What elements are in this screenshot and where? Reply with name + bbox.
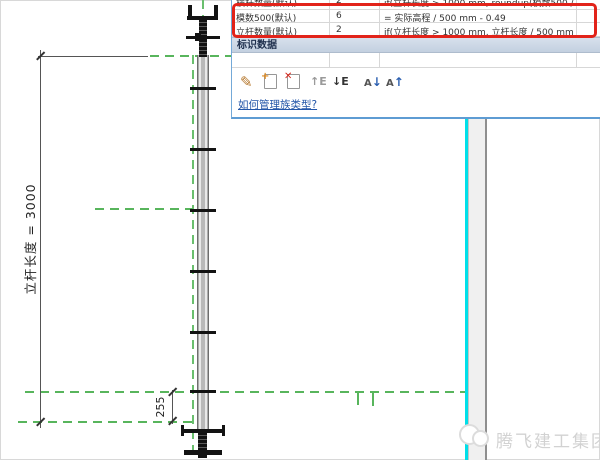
sort-ascending-icon[interactable]: A↓ bbox=[364, 74, 382, 90]
move-parameter-up-icon[interactable]: ↑E bbox=[310, 74, 327, 90]
new-parameter-icon[interactable]: + bbox=[264, 74, 277, 90]
edit-parameter-icon[interactable]: ✎ bbox=[240, 74, 253, 90]
wing-nut-handle-left bbox=[181, 425, 184, 436]
wing-nut-handle-right bbox=[222, 425, 225, 436]
reference-plane-lower[interactable] bbox=[25, 391, 465, 393]
row-gridline bbox=[232, 67, 600, 68]
section-header-identity-data[interactable]: 标识数据 bbox=[232, 37, 600, 53]
highlight-red-box bbox=[232, 3, 597, 38]
connection-disk bbox=[190, 209, 216, 212]
dimension-label-pole-length[interactable]: 立杆长度 = 3000 bbox=[20, 153, 34, 325]
top-adjusting-nut bbox=[195, 33, 201, 41]
reference-plane-top[interactable] bbox=[150, 55, 231, 57]
down-arrow-icon: ↓ bbox=[372, 75, 382, 89]
sort-letter: A bbox=[386, 78, 394, 89]
move-parameter-down-icon[interactable]: ↓E bbox=[332, 74, 349, 90]
x-badge: ✕ bbox=[284, 69, 292, 85]
page-glyph: + bbox=[264, 74, 277, 89]
level-tick-right bbox=[372, 392, 374, 406]
dimension-extension-line bbox=[38, 56, 148, 57]
connection-disk bbox=[190, 148, 216, 151]
standpipe-tube[interactable] bbox=[197, 55, 209, 432]
dimension-line-main[interactable] bbox=[40, 50, 41, 428]
base-wing-nut bbox=[181, 429, 225, 433]
sort-letter: A bbox=[364, 78, 372, 89]
manage-family-types-link[interactable]: 如何管理族类型? bbox=[238, 97, 317, 112]
watermark-text: 腾飞建工集团 bbox=[496, 427, 600, 452]
sort-descending-icon[interactable]: A↑ bbox=[386, 74, 404, 90]
level-tick-left bbox=[357, 392, 359, 405]
wall-column[interactable] bbox=[468, 119, 487, 460]
reference-plane-middle[interactable] bbox=[95, 208, 193, 210]
delete-parameter-icon[interactable]: ✕ bbox=[287, 74, 300, 90]
connection-disk bbox=[190, 270, 216, 273]
connection-disk bbox=[190, 390, 216, 393]
dimension-label-offset[interactable]: 255 bbox=[154, 391, 166, 423]
connection-disk bbox=[190, 87, 216, 90]
plus-badge: + bbox=[261, 69, 269, 85]
connection-disk bbox=[190, 331, 216, 334]
top-adjusting-nut-handle bbox=[186, 36, 220, 39]
vertical-reference-plane[interactable] bbox=[192, 55, 194, 458]
base-plate-stub bbox=[198, 454, 207, 458]
revit-family-editor-view: 立杆长度 = 3000 255 腾飞建工集团 bbox=[0, 0, 600, 460]
watermark-logo-circle-small bbox=[472, 430, 489, 447]
up-arrow-icon: ↑ bbox=[394, 75, 404, 89]
page-glyph: ✕ bbox=[287, 74, 300, 89]
base-screw-jack[interactable] bbox=[198, 432, 207, 452]
u-head-base bbox=[187, 16, 218, 20]
